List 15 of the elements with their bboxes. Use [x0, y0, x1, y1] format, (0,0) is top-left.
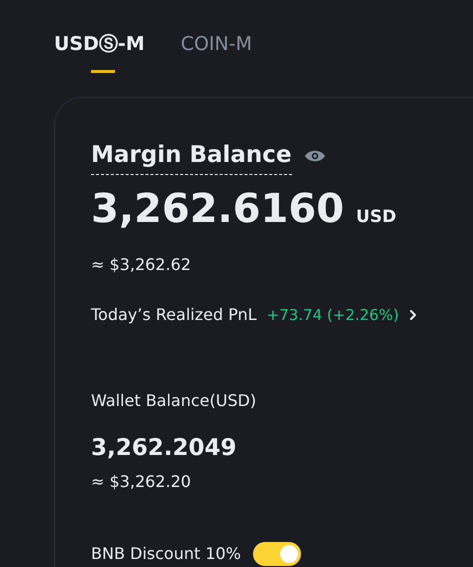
margin-balance-title: Margin Balance	[91, 138, 292, 175]
currency-unit: USD	[356, 206, 396, 229]
wallet-balance-label: Wallet Balance(USD)	[91, 390, 256, 412]
eye-icon[interactable]	[304, 149, 326, 164]
tab[interactable]: COIN-M	[180, 30, 252, 72]
bnb-discount-label: BNB Discount 10%	[91, 542, 241, 564]
realized-pnl-value: +73.74 (+2.26%)	[266, 304, 399, 326]
toggle-switch[interactable]	[252, 542, 301, 566]
approx-value: ≈ $3,262.20	[91, 470, 191, 492]
active-tab-indicator	[91, 70, 115, 72]
wallet-balance-value: 3,262.2049	[91, 434, 237, 463]
margin-balance-value: 3,262.6160	[91, 185, 344, 234]
realized-pnl-label: Today’s Realized PnL	[91, 304, 257, 326]
tab[interactable]: USDⓈ-M	[54, 30, 145, 72]
approx-value: ≈ $3,262.62	[91, 254, 191, 276]
